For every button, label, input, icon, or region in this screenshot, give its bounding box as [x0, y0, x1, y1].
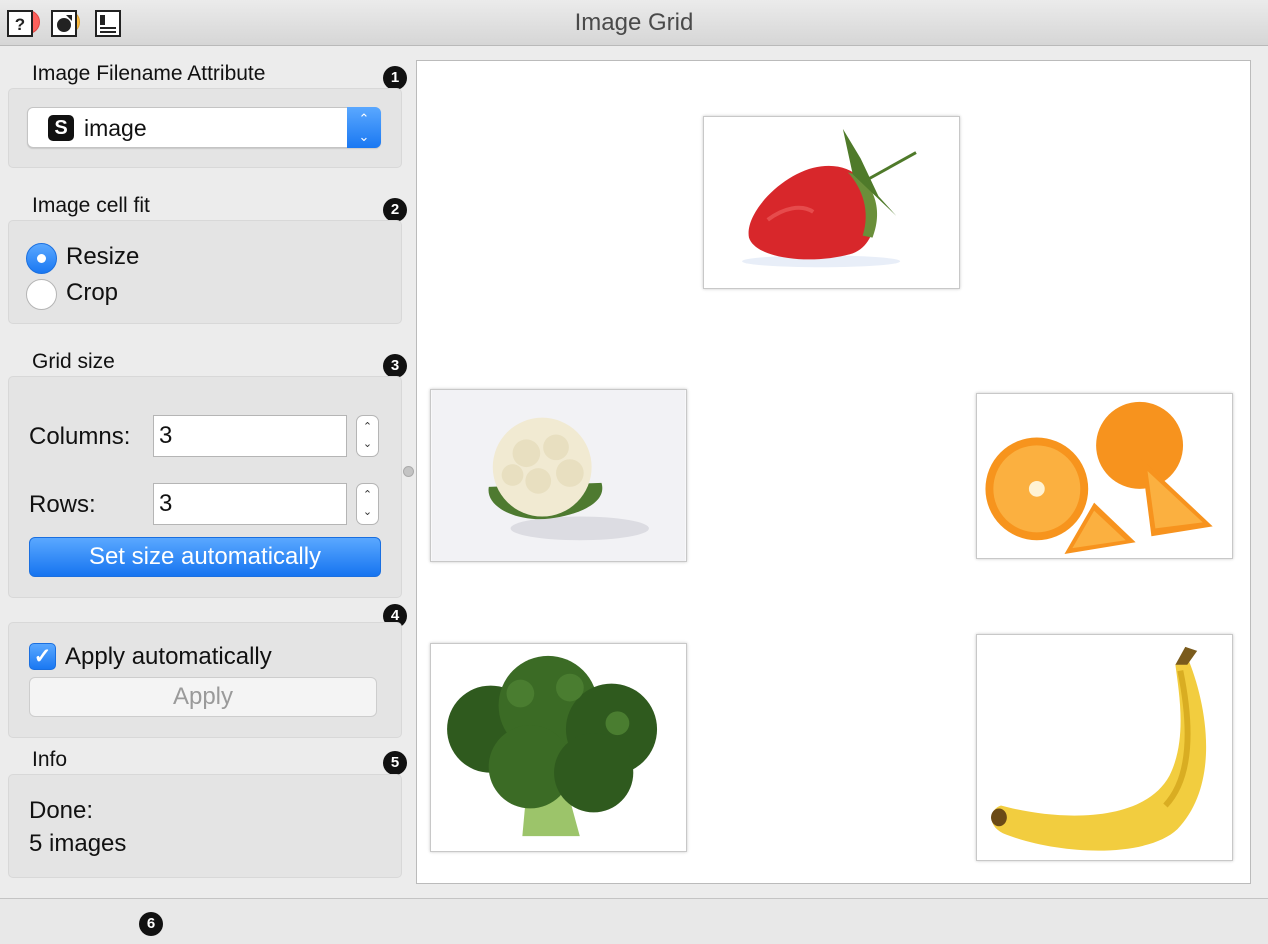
info-group	[8, 774, 402, 878]
set-size-automatically-button[interactable]: Set size automatically	[29, 537, 381, 577]
image-cell-broccoli[interactable]	[430, 643, 687, 852]
rows-stepper[interactable]: ⌃ ⌄	[356, 483, 379, 525]
image-cell-strawberry[interactable]	[703, 116, 960, 289]
cell-fit-group	[8, 220, 402, 324]
apply-button[interactable]: Apply	[29, 677, 377, 717]
report-icon[interactable]	[51, 10, 77, 37]
cauliflower-image	[431, 390, 686, 561]
rows-input[interactable]: 3	[153, 483, 347, 525]
help-icon[interactable]: ?	[7, 10, 33, 37]
columns-input[interactable]: 3	[153, 415, 347, 457]
image-cell-cauliflower[interactable]	[430, 389, 687, 562]
string-variable-icon: S	[48, 115, 74, 141]
resize-radio-label[interactable]: Resize	[66, 243, 139, 271]
svg-text:?: ?	[15, 15, 25, 34]
info-status-text: Done:	[29, 797, 94, 824]
callout-badge-1: 1	[383, 66, 407, 90]
callout-badge-2: 2	[383, 198, 407, 222]
output-preview-icon[interactable]	[95, 10, 121, 37]
status-bar	[0, 898, 1268, 944]
image-cell-banana[interactable]	[976, 634, 1233, 861]
columns-label: Columns:	[29, 423, 131, 450]
crop-radio[interactable]	[26, 279, 57, 310]
combo-arrows-icon: ⌃ ⌄	[347, 107, 381, 148]
grid-size-label: Grid size	[32, 350, 115, 373]
rows-label: Rows:	[29, 491, 96, 518]
apply-automatically-label[interactable]: Apply automatically	[65, 643, 272, 671]
info-count-text: 5 images	[29, 830, 127, 857]
filename-attribute-value: image	[84, 115, 147, 141]
broccoli-image	[447, 655, 658, 837]
callout-badge-5: 5	[383, 751, 407, 775]
columns-stepper[interactable]: ⌃ ⌄	[356, 415, 379, 457]
apply-automatically-checkbox[interactable]: ✓	[29, 643, 56, 670]
title-bar: Image Grid	[0, 0, 1268, 46]
resize-radio[interactable]	[26, 243, 57, 274]
callout-badge-3: 3	[383, 354, 407, 378]
filename-attribute-label: Image Filename Attribute	[32, 62, 266, 85]
info-label: Info	[32, 748, 68, 771]
callout-badge-6: 6	[139, 912, 163, 936]
image-cell-orange[interactable]	[976, 393, 1233, 559]
splitter-handle[interactable]	[403, 466, 414, 477]
crop-radio-label[interactable]: Crop	[66, 279, 118, 307]
filename-attribute-combo[interactable]: S image ⌃ ⌄	[27, 107, 381, 148]
strawberry-image	[742, 128, 917, 268]
cell-fit-label: Image cell fit	[32, 194, 150, 217]
banana-image	[991, 646, 1207, 851]
orange-image	[985, 401, 1213, 555]
window-title: Image Grid	[574, 9, 694, 36]
image-grid-view[interactable]	[416, 60, 1251, 884]
